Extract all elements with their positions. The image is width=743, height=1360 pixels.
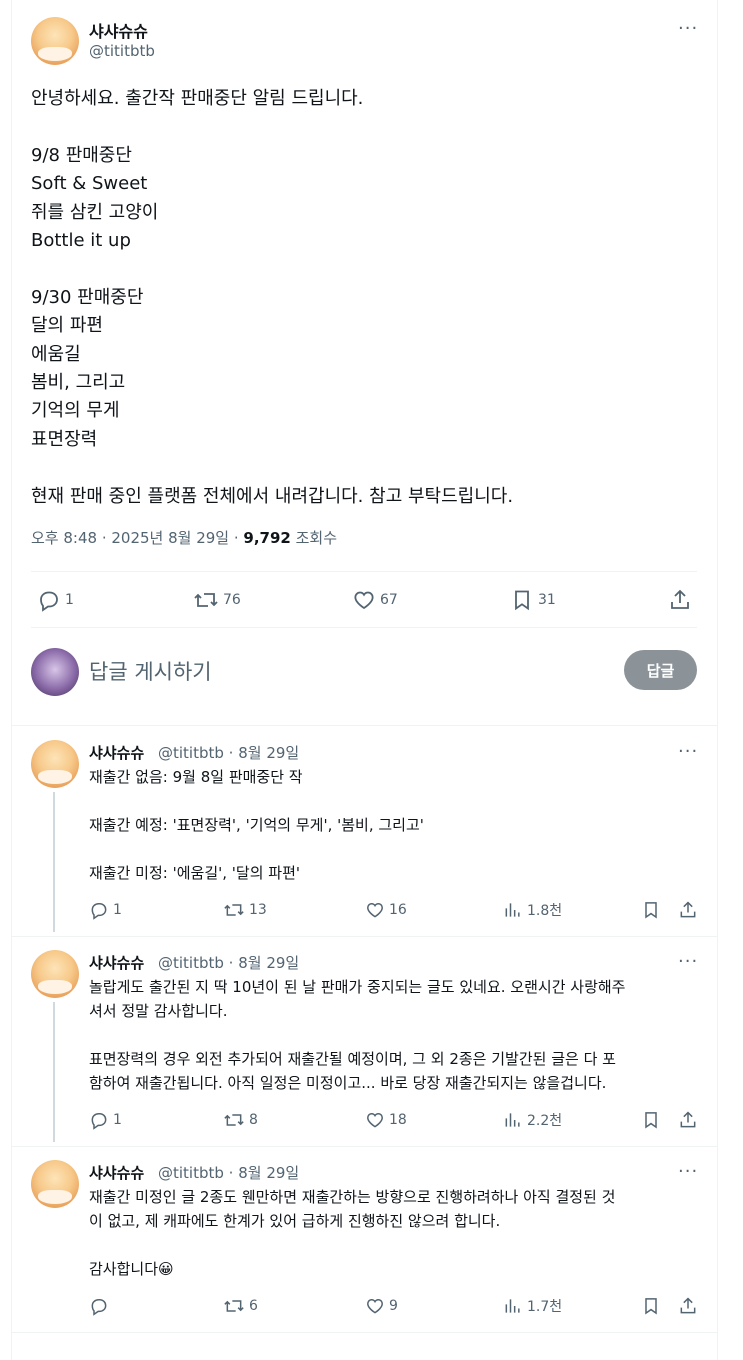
analytics-icon: [505, 1113, 520, 1127]
view-count: 1.8천: [527, 903, 563, 919]
author-handle[interactable]: @tititbtb: [89, 42, 155, 60]
reply-display-name[interactable]: 샤샤슈슈: [89, 952, 144, 973]
more-options-icon[interactable]: ···: [678, 18, 698, 39]
share-icon: [680, 901, 696, 918]
divider: [11, 936, 718, 937]
like-button[interactable]: 9: [365, 1296, 398, 1316]
share-button[interactable]: [678, 1296, 698, 1316]
tweet-text: 안녕하세요. 출간작 판매중단 알림 드립니다. 9/8 판매중단 Soft &…: [31, 88, 514, 507]
heart-icon: [354, 591, 374, 610]
reply-avatar[interactable]: [31, 1160, 79, 1208]
like-button[interactable]: 16: [365, 900, 407, 920]
reply-input[interactable]: 답글 게시하기: [89, 656, 212, 686]
author-avatar[interactable]: [31, 17, 79, 65]
like-button[interactable]: 18: [365, 1110, 407, 1130]
reply-icon: [91, 903, 107, 920]
like-count: 67: [380, 592, 398, 608]
like-count: 18: [389, 1112, 407, 1128]
view-count: 9,792: [243, 529, 291, 547]
reply-count: 1: [113, 1112, 122, 1128]
reply-display-name[interactable]: 샤샤슈슈: [89, 742, 144, 763]
thread-line: [53, 792, 55, 932]
bookmark-icon: [645, 1298, 657, 1315]
reply-button[interactable]: 1: [89, 1110, 122, 1130]
retweet-button[interactable]: 6: [223, 1296, 258, 1316]
bookmark-button[interactable]: [641, 1296, 661, 1316]
reply-icon: [91, 1113, 107, 1130]
reply-icon: [40, 591, 58, 612]
share-icon: [671, 589, 689, 609]
share-icon: [680, 1111, 696, 1128]
reply-submit-button[interactable]: 답글: [624, 650, 697, 690]
heart-icon: [367, 1112, 383, 1128]
reply-text: 재출간 미정인 글 2종도 웬만하면 재출간하는 방향으로 진행하려하나 아직 …: [89, 1188, 616, 1278]
divider: [11, 1146, 718, 1147]
views-button[interactable]: 2.2천: [503, 1110, 562, 1130]
views-button[interactable]: 1.8천: [503, 900, 562, 920]
retweet-icon: [194, 593, 218, 607]
reply-handle-date[interactable]: @tititbtb · 8월 29일: [158, 742, 299, 763]
divider: [31, 571, 697, 572]
reply-text: 재출간 없음: 9월 8일 판매중단 작 재출간 예정: '표면장력', '기억…: [89, 768, 424, 882]
like-count: 16: [389, 902, 407, 918]
view-count: 1.7천: [527, 1299, 563, 1315]
reply-count: 1: [65, 592, 74, 608]
more-options-icon[interactable]: ···: [678, 951, 698, 972]
analytics-icon: [505, 903, 520, 917]
reply-avatar[interactable]: [31, 740, 79, 788]
reply-icon: [91, 1299, 107, 1316]
retweet-icon: [224, 1114, 244, 1126]
reply-button[interactable]: 1: [37, 588, 74, 612]
share-button[interactable]: [668, 588, 692, 612]
retweet-icon: [224, 904, 244, 916]
retweet-button[interactable]: 8: [223, 1110, 258, 1130]
current-user-avatar[interactable]: [31, 648, 79, 696]
retweet-icon: [224, 1300, 244, 1312]
view-label: 조회수: [290, 529, 338, 547]
heart-icon: [367, 902, 383, 918]
thread-line: [53, 1002, 55, 1142]
share-button[interactable]: [678, 1110, 698, 1130]
like-button[interactable]: 67: [352, 588, 398, 612]
bookmark-button[interactable]: [641, 1110, 661, 1130]
views-button[interactable]: 1.7천: [503, 1296, 562, 1316]
analytics-icon: [505, 1299, 520, 1313]
retweet-button[interactable]: 13: [223, 900, 267, 920]
author-display-name[interactable]: 샤샤슈슈: [89, 18, 148, 42]
retweet-count: 8: [249, 1112, 258, 1128]
bookmark-button[interactable]: [641, 900, 661, 920]
reply-avatar[interactable]: [31, 950, 79, 998]
bookmark-icon: [645, 902, 657, 919]
reply-handle-date[interactable]: @tititbtb · 8월 29일: [158, 1162, 299, 1183]
reply-count: 1: [113, 902, 122, 918]
bookmark-icon: [515, 590, 529, 611]
share-icon: [680, 1297, 696, 1314]
tweet-timestamp[interactable]: 오후 8:48 · 2025년 8월 29일 ·: [31, 529, 243, 547]
reply-button[interactable]: 1: [89, 900, 122, 920]
reply-display-name[interactable]: 샤샤슈슈: [89, 1162, 144, 1183]
share-button[interactable]: [678, 900, 698, 920]
reply-handle-date[interactable]: @tititbtb · 8월 29일: [158, 952, 299, 973]
more-options-icon[interactable]: ···: [678, 1161, 698, 1182]
divider: [11, 725, 718, 726]
like-count: 9: [389, 1298, 398, 1314]
reply-text: 놀랍게도 출간된 지 딱 10년이 된 날 판매가 중지되는 글도 있네요. 오…: [89, 978, 626, 1092]
bookmark-button[interactable]: 31: [510, 588, 556, 612]
bookmark-icon: [645, 1112, 657, 1129]
retweet-count: 76: [223, 592, 241, 608]
divider: [31, 627, 697, 628]
tweet-meta: 오후 8:48 · 2025년 8월 29일 · 9,792 조회수: [31, 527, 337, 548]
bookmark-count: 31: [538, 592, 556, 608]
retweet-button[interactable]: 76: [193, 588, 241, 612]
heart-icon: [367, 1298, 383, 1314]
retweet-count: 13: [249, 902, 267, 918]
more-options-icon[interactable]: ···: [678, 741, 698, 762]
view-count: 2.2천: [527, 1113, 563, 1129]
retweet-count: 6: [249, 1298, 258, 1314]
reply-button[interactable]: [89, 1296, 113, 1316]
divider: [11, 1332, 718, 1333]
